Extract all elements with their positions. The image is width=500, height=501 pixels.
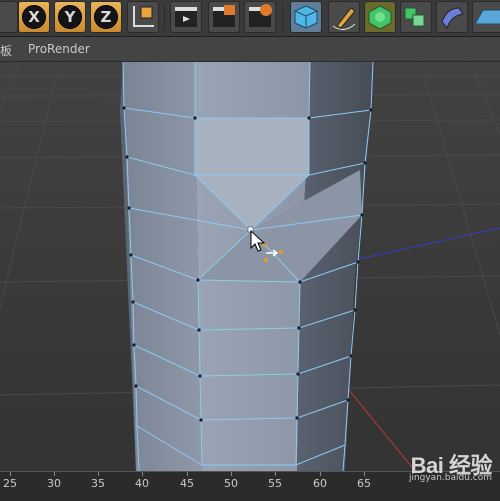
- timeline-tick-label: 45: [180, 477, 194, 490]
- watermark-url: jingyan.baidu.com: [408, 473, 492, 483]
- panel-menu[interactable]: 面板: [0, 42, 12, 59]
- cube-icon: [294, 5, 318, 29]
- timeline-tick-label: 60: [313, 477, 327, 490]
- tick-mark: [364, 472, 365, 476]
- tick-mark: [142, 472, 143, 476]
- render-view-icon: [175, 7, 197, 27]
- viewport-menubar: 面板 ProRender: [0, 37, 500, 62]
- undo-button[interactable]: [0, 1, 18, 33]
- prorender-menu[interactable]: ProRender: [28, 42, 90, 56]
- coordinate-system-icon: [133, 6, 154, 27]
- render-settings-button[interactable]: [244, 1, 276, 33]
- octagon-prism-mesh: [120, 62, 373, 471]
- x-axis-label: X: [22, 5, 46, 29]
- coordinate-system-button[interactable]: [127, 1, 159, 33]
- baidu-watermark: Bai 经验 jingyan.baidu.com: [408, 448, 493, 483]
- tick-mark: [320, 472, 321, 476]
- tick-mark: [10, 472, 11, 476]
- cube-primitive-button[interactable]: [290, 1, 322, 33]
- floor-icon: [474, 9, 500, 25]
- subdivision-surface-icon: [368, 5, 392, 30]
- deformer-icon: [441, 7, 464, 30]
- timeline-tick-label: 65: [357, 477, 371, 490]
- render-view-button[interactable]: [170, 1, 202, 33]
- toolbar-divider: [164, 4, 165, 30]
- timeline-tick-label: 35: [91, 477, 105, 490]
- z-axis-lock-button[interactable]: Z: [90, 1, 122, 33]
- tick-mark: [231, 472, 232, 476]
- subdivision-surface-button[interactable]: [364, 1, 396, 33]
- main-toolbar: X Y Z: [0, 0, 500, 37]
- array-button[interactable]: [400, 1, 432, 33]
- pen-spline-button[interactable]: [328, 1, 360, 33]
- timeline-tick-label: 40: [135, 477, 149, 490]
- tick-mark: [275, 472, 276, 476]
- viewport-canvas[interactable]: [0, 62, 500, 471]
- timeline-tick-label: 55: [268, 477, 282, 490]
- tick-mark: [98, 472, 99, 476]
- tick-mark: [187, 472, 188, 476]
- pen-icon: [332, 7, 356, 30]
- deformer-button[interactable]: [436, 1, 468, 33]
- timeline-tick-label: 25: [3, 477, 17, 490]
- y-axis-label: Y: [58, 5, 82, 29]
- array-icon: [404, 7, 425, 27]
- render-picture-viewer-icon: [213, 5, 235, 27]
- render-picture-viewer-button[interactable]: [208, 1, 240, 33]
- timeline-tick-label: 30: [47, 477, 61, 490]
- render-settings-icon: [249, 4, 272, 27]
- toolbar-divider: [282, 4, 283, 30]
- y-axis-lock-button[interactable]: Y: [54, 1, 86, 33]
- floor-button[interactable]: [472, 1, 500, 33]
- 3d-viewport[interactable]: [0, 62, 500, 471]
- z-axis-label: Z: [94, 5, 118, 29]
- timeline-tick-label: 50: [224, 477, 238, 490]
- tick-mark: [54, 472, 55, 476]
- x-axis-lock-button[interactable]: X: [18, 1, 50, 33]
